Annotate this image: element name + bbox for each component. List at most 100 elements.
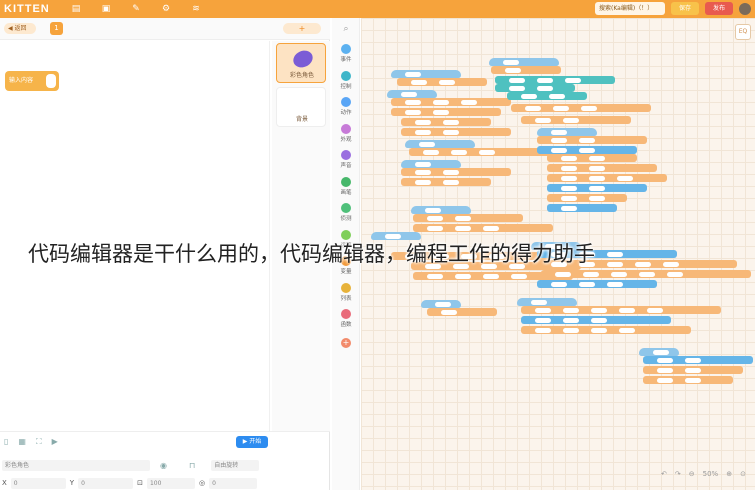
block-input-slot[interactable] <box>427 273 443 279</box>
code-block[interactable] <box>547 204 617 212</box>
fullscreen-icon[interactable]: ⛶ <box>36 437 42 447</box>
block-input-slot[interactable] <box>415 169 431 175</box>
code-block[interactable] <box>537 136 647 144</box>
grid-icon[interactable]: ▦ <box>18 437 26 446</box>
wifi-icon[interactable]: ≋ <box>188 4 204 14</box>
block-input-slot[interactable] <box>607 281 623 287</box>
block-input-slot[interactable] <box>439 79 455 85</box>
category-item[interactable]: 侦测 <box>332 203 360 222</box>
block-input-slot[interactable] <box>535 317 551 323</box>
block-input-slot[interactable] <box>525 105 541 111</box>
block-input-slot[interactable] <box>563 317 579 323</box>
avatar[interactable] <box>739 2 751 15</box>
block-input-slot[interactable] <box>551 129 567 135</box>
code-block[interactable] <box>537 128 597 136</box>
block-input-slot[interactable] <box>461 99 477 105</box>
block-input-slot[interactable] <box>657 357 673 363</box>
block-input-slot[interactable] <box>443 179 459 185</box>
code-block[interactable] <box>411 206 471 214</box>
block-input-slot[interactable] <box>443 119 459 125</box>
block-input-slot[interactable] <box>589 165 605 171</box>
block-input-slot[interactable] <box>537 85 553 91</box>
category-item[interactable]: 控制 <box>332 70 360 90</box>
block-input-slot[interactable] <box>509 85 525 91</box>
block-input-slot[interactable] <box>415 129 431 135</box>
code-block[interactable] <box>547 154 637 162</box>
code-block[interactable] <box>391 98 511 106</box>
save-button[interactable]: 保存 <box>671 2 699 15</box>
block-input-slot[interactable] <box>419 141 435 147</box>
code-block[interactable] <box>521 116 631 124</box>
code-block[interactable] <box>547 164 657 172</box>
zoom-reset-icon[interactable]: ⊙ <box>740 470 746 478</box>
code-block[interactable] <box>391 70 461 78</box>
code-block[interactable] <box>511 104 651 112</box>
code-block[interactable] <box>495 84 575 92</box>
block-input-slot[interactable] <box>535 327 551 333</box>
block-input-slot[interactable] <box>647 307 663 313</box>
block-input-slot[interactable] <box>589 185 605 191</box>
scene-tab-1[interactable]: 1 <box>50 22 63 35</box>
add-extension-button[interactable]: + <box>332 338 360 348</box>
code-block[interactable] <box>413 224 553 232</box>
category-item[interactable]: 函数 <box>332 309 360 328</box>
block-input-slot[interactable] <box>483 225 499 231</box>
block-input-slot[interactable] <box>589 195 605 201</box>
direction-field[interactable]: 0 <box>209 477 258 489</box>
block-input-slot[interactable] <box>427 215 443 221</box>
code-block[interactable] <box>401 178 491 186</box>
code-block[interactable] <box>391 108 501 116</box>
zoom-out-icon[interactable]: ⊖ <box>689 470 695 478</box>
block-input-slot[interactable] <box>561 205 577 211</box>
code-block[interactable] <box>427 308 497 316</box>
block-input-slot[interactable] <box>589 155 605 161</box>
block-input-slot[interactable] <box>553 105 569 111</box>
stage-canvas[interactable]: 输入内容 <box>0 41 270 431</box>
play-screen-icon[interactable]: ▶ <box>52 437 58 446</box>
code-block[interactable] <box>387 90 437 98</box>
block-input-slot[interactable] <box>441 309 457 315</box>
block-input-slot[interactable] <box>405 71 421 77</box>
block-input-slot[interactable] <box>455 225 471 231</box>
block-input-slot[interactable] <box>443 129 459 135</box>
category-item[interactable]: 外观 <box>332 123 360 143</box>
block-input-slot[interactable] <box>565 77 581 83</box>
block-input-slot[interactable] <box>505 67 521 73</box>
block-input-slot[interactable] <box>537 77 553 83</box>
code-block[interactable] <box>521 316 671 324</box>
block-input-slot[interactable] <box>411 79 427 85</box>
add-scene-button[interactable]: + <box>283 23 321 34</box>
y-field[interactable]: 0 <box>78 477 134 489</box>
code-block[interactable] <box>547 194 627 202</box>
block-input-slot[interactable] <box>581 105 597 111</box>
code-block[interactable] <box>401 128 511 136</box>
block-input-slot[interactable] <box>619 327 635 333</box>
block-input-slot[interactable] <box>563 327 579 333</box>
block-input-slot[interactable] <box>423 149 439 155</box>
block-input-slot[interactable] <box>561 175 577 181</box>
code-block[interactable] <box>401 160 461 168</box>
block-input-slot[interactable] <box>563 307 579 313</box>
block-input-slot[interactable] <box>589 175 605 181</box>
code-block[interactable] <box>495 76 615 84</box>
code-block[interactable] <box>491 66 561 74</box>
block-input-slot[interactable] <box>549 93 565 99</box>
block-input-slot[interactable] <box>405 99 421 105</box>
block-input-slot[interactable] <box>433 109 449 115</box>
code-block[interactable] <box>489 58 559 66</box>
device-icon[interactable]: ▯ <box>4 437 8 446</box>
category-item[interactable]: 列表 <box>332 282 360 302</box>
block-input-slot[interactable] <box>415 119 431 125</box>
code-block[interactable] <box>405 140 475 148</box>
block-input-slot[interactable] <box>435 301 451 307</box>
sprite-card-background[interactable]: 背景 <box>276 87 326 127</box>
code-block[interactable] <box>643 366 743 374</box>
code-block[interactable] <box>413 214 523 222</box>
block-input-slot[interactable] <box>451 149 467 155</box>
block-input-slot[interactable] <box>583 271 599 277</box>
block-input-slot[interactable] <box>639 271 655 277</box>
redo-icon[interactable]: ↷ <box>675 470 681 478</box>
block-input-slot[interactable] <box>561 165 577 171</box>
block-input-slot[interactable] <box>521 93 537 99</box>
block-input-slot[interactable] <box>427 225 443 231</box>
